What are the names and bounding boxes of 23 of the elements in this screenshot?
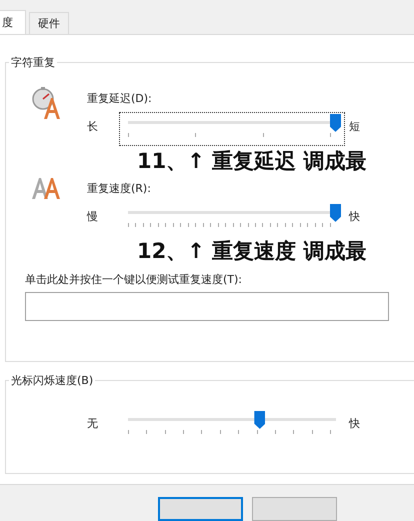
- dialog-button[interactable]: [158, 497, 243, 521]
- group-title: 字符重复: [9, 54, 57, 70]
- slider-max-label: 短: [349, 118, 361, 134]
- slider-label: 重复延迟(D):: [87, 90, 153, 106]
- annotation-text: 12、↑ 重复速度 调成最: [137, 238, 368, 265]
- stopwatch-letter-icon: [30, 86, 62, 120]
- slider-max-label: 快: [349, 208, 361, 224]
- slider-min-label: 慢: [87, 208, 99, 224]
- letters-icon: [30, 176, 62, 200]
- tab[interactable]: 度: [0, 10, 26, 34]
- group-title: 光标闪烁速度(B): [9, 372, 96, 388]
- slider-min-label: 无: [87, 416, 99, 431]
- slider-max-label: 快: [349, 416, 361, 431]
- slider-thumb[interactable]: [330, 204, 341, 222]
- annotation-text: 11、↑ 重复延迟 调成最: [137, 148, 368, 175]
- input-field[interactable]: [25, 292, 389, 321]
- slider-min-label: 长: [87, 118, 99, 134]
- field-label: 单击此处并按住一个键以便测试重复速度(T):: [25, 272, 244, 287]
- slider[interactable]: [119, 112, 345, 146]
- slider-thumb[interactable]: [330, 114, 341, 132]
- tab[interactable]: 硬件: [29, 12, 69, 34]
- slider-label: 重复速度(R):: [87, 180, 152, 196]
- slider-thumb[interactable]: [254, 410, 266, 429]
